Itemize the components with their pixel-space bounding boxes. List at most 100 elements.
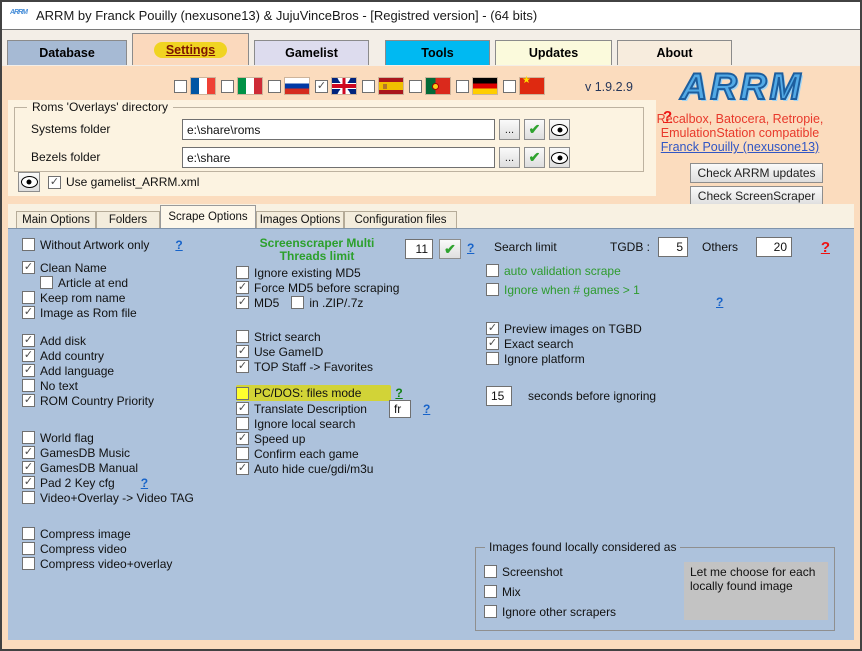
language-checkbox-portugal[interactable] [409,80,422,93]
checkbox-ignore-local-search[interactable] [236,417,249,430]
tab-about[interactable]: About [617,40,732,65]
option-translate-description[interactable]: ✓Translate Descriptionfr? [236,401,476,416]
option-gamesdb-music[interactable]: ✓GamesDB Music [22,445,234,460]
tab-settings[interactable]: Settings [132,33,249,65]
ignore-seconds-input[interactable]: 15 [486,386,512,406]
option-force-md5-before-scraping[interactable]: ✓Force MD5 before scraping [236,280,476,295]
bezels-folder-input[interactable]: e:\share [182,147,495,168]
check-arrm-updates-button[interactable]: Check ARRM updates [690,163,823,183]
tab-database[interactable]: Database [7,40,127,65]
gamelist-view-button[interactable] [18,172,40,192]
option-confirm-each-game[interactable]: Confirm each game [236,446,476,461]
option-ignore-platform[interactable]: Ignore platform [486,351,834,366]
option-clean-name[interactable]: ✓Clean Name [22,260,234,275]
bezels-browse-button[interactable]: ... [499,147,520,168]
checkbox-image-as-rom-file[interactable]: ✓ [22,306,35,319]
checkbox-preview-images-on-tgbd[interactable]: ✓ [486,322,499,335]
subtab-folders[interactable]: Folders [96,211,160,228]
help-link-pc-dos-files-mode[interactable]: ? [395,386,402,400]
help-link-without-artwork-only[interactable]: ? [175,238,182,252]
option-exact-search[interactable]: ✓Exact search [486,336,834,351]
checkbox-clean-name[interactable]: ✓ [22,261,35,274]
checkbox-top-staff-favorites[interactable]: ✓ [236,360,249,373]
checkbox-add-disk[interactable]: ✓ [22,334,35,347]
option-md5[interactable]: ✓MD5in .ZIP/.7z [236,295,476,310]
systems-browse-button[interactable]: ... [499,119,520,140]
tab-tools[interactable]: Tools [385,40,490,65]
tgdb-limit-input[interactable]: 5 [658,237,688,257]
checkbox-ignore-platform[interactable] [486,352,499,365]
language-checkbox-russia[interactable] [268,80,281,93]
checkbox-strict-search[interactable] [236,330,249,343]
option-auto-hide-cue-gdi-m3u[interactable]: ✓Auto hide cue/gdi/m3u [236,461,476,476]
language-checkbox-china[interactable] [503,80,516,93]
threads-help-link[interactable]: ? [467,241,474,255]
checkbox-no-text[interactable] [22,379,35,392]
option-without-artwork-only[interactable]: Without Artwork only? [22,237,234,252]
tab-gamelist[interactable]: Gamelist [254,40,369,65]
threads-validate-button[interactable]: ✔ [439,239,461,259]
option-pad-2-key-cfg[interactable]: ✓Pad 2 Key cfg? [22,475,234,490]
language-checkbox-france[interactable] [174,80,187,93]
option-compress-video-overlay[interactable]: Compress video+overlay [22,556,234,571]
checkbox-use-gameid[interactable]: ✓ [236,345,249,358]
option-screenshot[interactable]: Screenshot [484,564,616,579]
checkbox-force-md5-before-scraping[interactable]: ✓ [236,281,249,294]
option-ignore-other-scrapers[interactable]: Ignore other scrapers [484,604,616,619]
checkbox-in-zip-7z[interactable] [291,296,304,309]
threads-limit-input[interactable]: 11 [405,239,433,259]
option-add-country[interactable]: ✓Add country [22,348,234,363]
subtab-images-options[interactable]: Images Options [256,211,344,228]
option-add-disk[interactable]: ✓Add disk [22,333,234,348]
checkbox-keep-rom-name[interactable] [22,291,35,304]
checkbox-gamesdb-music[interactable]: ✓ [22,446,35,459]
option-ignore-when-games-1[interactable]: Ignore when # games > 1 [486,282,834,297]
option-use-gamelist-arrm-xml[interactable]: ✓Use gamelist_ARRM.xml [48,175,199,190]
option-use-gameid[interactable]: ✓Use GameID [236,344,476,359]
checkbox-md5[interactable]: ✓ [236,296,249,309]
checkbox-gamesdb-manual[interactable]: ✓ [22,461,35,474]
option-gamesdb-manual[interactable]: ✓GamesDB Manual [22,460,234,475]
checkbox-video-overlay-video-tag[interactable] [22,491,35,504]
option-strict-search[interactable]: Strict search [236,329,476,344]
others-limit-input[interactable]: 20 [756,237,792,257]
subtab-main-options[interactable]: Main Options [16,211,96,228]
option-ignore-existing-md5[interactable]: Ignore existing MD5 [236,265,476,280]
systems-view-button[interactable] [549,119,570,140]
tab-updates[interactable]: Updates [495,40,612,65]
help-link-translate-description[interactable]: ? [423,402,430,416]
option-image-as-rom-file[interactable]: ✓Image as Rom file [22,305,234,320]
checkbox-exact-search[interactable]: ✓ [486,337,499,350]
option-top-staff-favorites[interactable]: ✓TOP Staff -> Favorites [236,359,476,374]
help-link-pad-2-key-cfg[interactable]: ? [141,476,148,490]
option-rom-country-priority[interactable]: ✓ROM Country Priority [22,393,234,408]
checkbox-compress-video-overlay[interactable] [22,557,35,570]
subtab-scrape-options[interactable]: Scrape Options [160,205,256,228]
checkbox-ignore-existing-md5[interactable] [236,266,249,279]
systems-validate-button[interactable]: ✔ [524,119,545,140]
checkbox-add-country[interactable]: ✓ [22,349,35,362]
checkbox-add-language[interactable]: ✓ [22,364,35,377]
checkbox-ignore-other-scrapers[interactable] [484,605,497,618]
checkbox-ignore-when-games-1[interactable] [486,283,499,296]
checkbox-pc-dos-files-mode[interactable] [236,387,249,400]
checkbox-pad-2-key-cfg[interactable]: ✓ [22,476,35,489]
option-mix[interactable]: Mix [484,584,616,599]
systems-folder-input[interactable]: e:\share\roms [182,119,495,140]
check-screenscraper-button[interactable]: Check ScreenScraper [690,186,823,206]
checkbox-auto-validation-scrape[interactable] [486,264,499,277]
checkbox-speed-up[interactable]: ✓ [236,432,249,445]
author-link[interactable]: Franck Pouilly (nexusone13) [622,140,858,154]
checkbox-mix[interactable] [484,585,497,598]
option-pc-dos-files-mode[interactable]: PC/DOS: files mode? [236,385,391,401]
option-keep-rom-name[interactable]: Keep rom name [22,290,234,305]
option-add-language[interactable]: ✓Add language [22,363,234,378]
checkbox-compress-video[interactable] [22,542,35,555]
option-auto-validation-scrape[interactable]: auto validation scrape [486,263,834,278]
language-checkbox-spain[interactable] [362,80,375,93]
option-compress-image[interactable]: Compress image [22,526,234,541]
option-article-at-end[interactable]: Article at end [40,275,234,290]
option-speed-up[interactable]: ✓Speed up [236,431,476,446]
option-world-flag[interactable]: World flag [22,430,234,445]
checkbox-compress-image[interactable] [22,527,35,540]
